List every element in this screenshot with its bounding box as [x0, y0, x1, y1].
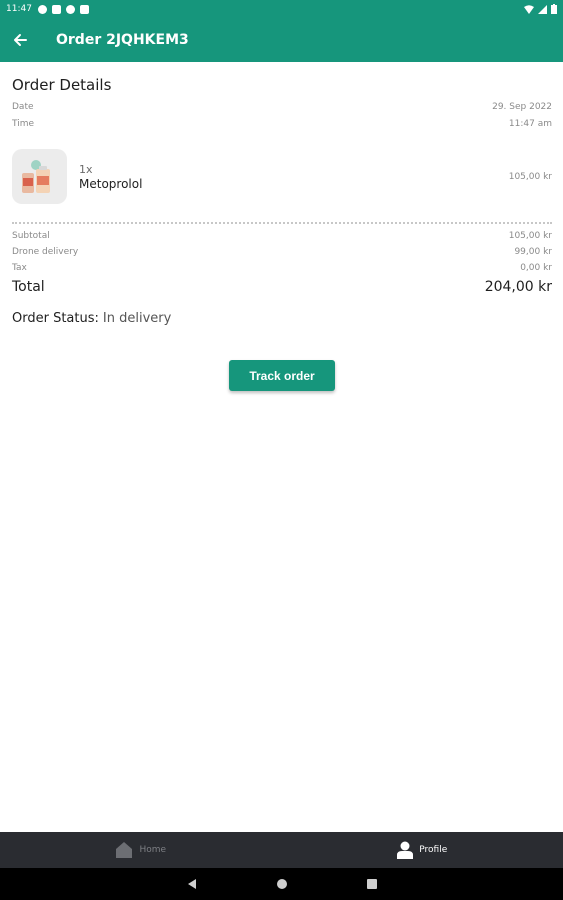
- total-row: Total 204,00 kr: [12, 279, 552, 295]
- notification-icon: [65, 4, 75, 14]
- item-name: Metoprolol: [79, 176, 143, 191]
- subtotal-value: 105,00 kr: [508, 231, 552, 241]
- order-status-value: In delivery: [102, 311, 172, 326]
- arrow-left-icon: [14, 34, 27, 46]
- subtotal-label: Subtotal: [12, 231, 50, 241]
- order-status: Order Status: In delivery: [12, 311, 552, 326]
- delivery-value: 99,00 kr: [514, 247, 552, 257]
- date-value: 29. Sep 2022: [492, 102, 552, 112]
- subtotal-row: Subtotal 105,00 kr: [12, 231, 552, 241]
- tax-value: 0,00 kr: [520, 263, 552, 273]
- time-value: 11:47 am: [508, 119, 552, 129]
- delivery-label: Drone delivery: [12, 247, 79, 257]
- time-label: Time: [12, 119, 35, 129]
- bottom-nav: Home Profile: [0, 832, 563, 868]
- item-quantity: 1x: [79, 162, 93, 176]
- system-recents-icon[interactable]: [366, 878, 378, 890]
- home-icon: [116, 842, 133, 858]
- medicine-bottles-icon: [22, 160, 50, 193]
- section-title: Order Details: [12, 76, 112, 94]
- nav-home-label: Home: [139, 845, 167, 855]
- nav-home[interactable]: Home: [0, 832, 282, 868]
- sd-card-icon: [79, 4, 89, 14]
- order-item: 1x Metoprolol 105,00 kr: [12, 149, 552, 204]
- time-row: Time 11:47 am: [12, 119, 552, 129]
- battery-icon: [551, 4, 557, 14]
- product-image: [12, 149, 67, 204]
- page-title: Order 2JQHKEM3: [56, 32, 189, 48]
- order-status-label: Order Status:: [12, 311, 99, 326]
- profile-icon: [397, 841, 414, 859]
- wifi-icon: [524, 4, 534, 14]
- track-order-button[interactable]: Track order: [229, 360, 335, 391]
- notification-icon: [51, 4, 61, 14]
- order-details: Order Details Date 29. Sep 2022 Time 11:…: [12, 62, 552, 326]
- notification-icon: [37, 4, 47, 14]
- system-home-icon[interactable]: [276, 878, 288, 890]
- tax-row: Tax 0,00 kr: [12, 263, 552, 273]
- nav-profile-label: Profile: [419, 845, 448, 855]
- date-label: Date: [12, 102, 34, 112]
- tax-label: Tax: [12, 263, 27, 273]
- status-bar: 11:47: [0, 0, 563, 18]
- total-label: Total: [12, 279, 45, 295]
- back-button[interactable]: [0, 18, 40, 62]
- divider: [12, 222, 552, 224]
- signal-icon: [538, 4, 547, 14]
- nav-profile[interactable]: Profile: [282, 832, 563, 868]
- status-time: 11:47: [6, 4, 32, 14]
- date-row: Date 29. Sep 2022: [12, 102, 552, 112]
- app-bar: Order 2JQHKEM3: [0, 18, 563, 62]
- item-price: 105,00 kr: [508, 171, 552, 182]
- total-value: 204,00 kr: [484, 279, 552, 295]
- delivery-row: Drone delivery 99,00 kr: [12, 247, 552, 257]
- system-back-icon[interactable]: [186, 878, 198, 890]
- system-nav-bar: [0, 868, 563, 900]
